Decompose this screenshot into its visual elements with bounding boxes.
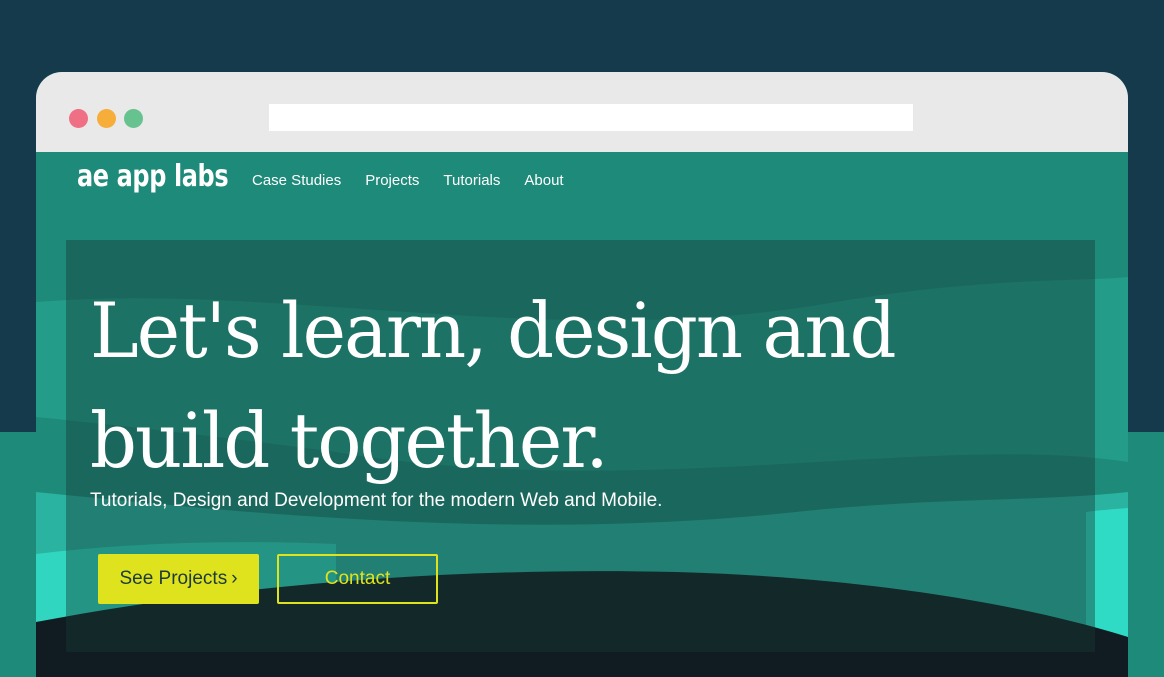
browser-mockup: ae app labs Case Studies Projects Tutori… [36,72,1128,677]
nav-link-tutorials[interactable]: Tutorials [443,172,500,189]
window-close-dot [69,109,88,128]
contact-label: Contact [324,568,391,589]
hero-tagline: Tutorials, Design and Development for th… [90,490,663,511]
nav-link-case-studies[interactable]: Case Studies [252,172,341,189]
browser-chrome [36,72,1128,152]
chevron-right-icon: › [231,568,238,589]
window-minimize-dot [97,109,116,128]
website-viewport: ae app labs Case Studies Projects Tutori… [36,152,1128,677]
site-logo[interactable]: ae app labs [77,159,229,194]
window-maximize-dot [124,109,143,128]
address-bar[interactable] [269,104,913,131]
see-projects-button[interactable]: See Projects › [98,554,259,604]
see-projects-label: See Projects [119,568,228,589]
nav-link-about[interactable]: About [524,172,563,189]
hero-headline: Let's learn, design and build together. [90,286,897,485]
nav-link-projects[interactable]: Projects [365,172,419,189]
main-nav: Case Studies Projects Tutorials About [252,172,564,189]
contact-button[interactable]: Contact [277,554,438,604]
